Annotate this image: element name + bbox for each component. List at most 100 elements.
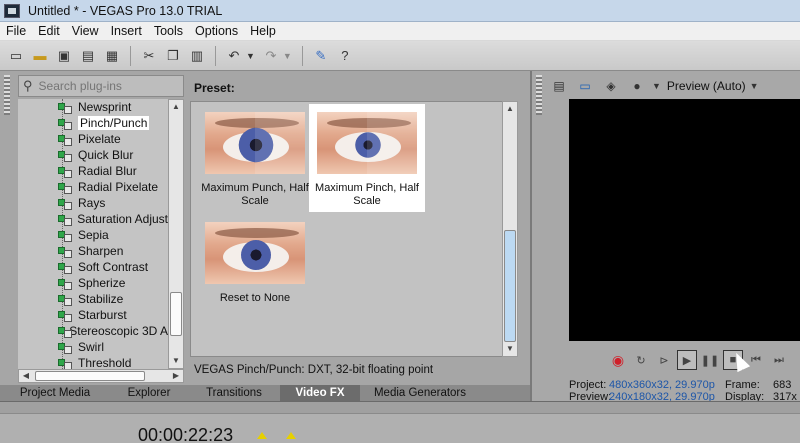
- cut-icon[interactable]: ✂: [139, 46, 159, 66]
- menu-view[interactable]: View: [66, 24, 105, 38]
- record-icon[interactable]: ◉: [608, 350, 628, 370]
- search-box[interactable]: ⚲: [18, 75, 184, 97]
- undo-dropdown-icon[interactable]: ▼: [246, 51, 255, 61]
- scroll-down-icon[interactable]: ▼: [503, 342, 517, 356]
- tree-horizontal-scrollbar[interactable]: ◀ ▶: [18, 369, 184, 383]
- play-from-start-icon[interactable]: ⊳: [654, 350, 674, 370]
- preset-caption: Maximum Punch, Half Scale: [201, 182, 309, 207]
- plugin-item[interactable]: Rays: [18, 195, 168, 211]
- menu-edit[interactable]: Edit: [32, 24, 66, 38]
- plugin-item[interactable]: Spherize: [18, 275, 168, 291]
- video-fx-icon: [58, 293, 72, 306]
- plugin-tree: Newsprint Pinch/Punch Pixelate Quick Blur Ra…: [18, 99, 168, 369]
- preview-info: Project: 480x360x32, 29.970p Frame: 683 …: [569, 379, 800, 403]
- preset-thumbnail: [205, 222, 305, 284]
- plugin-item[interactable]: Stabilize: [18, 291, 168, 307]
- panel-grip[interactable]: [4, 75, 10, 115]
- plugin-item-label: Pixelate: [78, 132, 121, 146]
- go-to-start-icon[interactable]: ⏮: [746, 350, 766, 370]
- plugin-item[interactable]: Radial Blur: [18, 163, 168, 179]
- undo-icon[interactable]: ↶: [224, 46, 244, 66]
- tab-video-fx[interactable]: Video FX: [280, 385, 360, 401]
- plugin-item[interactable]: Newsprint: [18, 99, 168, 115]
- frame-label: Frame:: [725, 379, 760, 391]
- play-icon[interactable]: ▶: [677, 350, 697, 370]
- video-fx-icon: [58, 165, 72, 178]
- preset-maximum-punch[interactable]: Maximum Punch, Half Scale: [197, 104, 313, 212]
- pause-icon[interactable]: ❚❚: [700, 350, 720, 370]
- redo-icon[interactable]: ↷: [261, 46, 281, 66]
- plugin-item[interactable]: Radial Pixelate: [18, 179, 168, 195]
- scroll-down-icon[interactable]: ▼: [169, 354, 183, 368]
- overlays-dropdown-icon[interactable]: ▼: [652, 81, 661, 91]
- project-label: Project:: [569, 379, 607, 391]
- info-row-project: Project: 480x360x32, 29.970p Frame: 683: [569, 379, 800, 391]
- paint-icon[interactable]: ✎: [311, 46, 331, 66]
- redo-dropdown-icon[interactable]: ▼: [283, 51, 292, 61]
- go-to-end-icon[interactable]: ⏭: [769, 350, 789, 370]
- open-icon[interactable]: ▬: [30, 46, 50, 66]
- preset-vertical-scrollbar[interactable]: ▲ ▼: [502, 101, 518, 357]
- external-monitor-icon[interactable]: ▭: [574, 76, 596, 96]
- whats-this-icon[interactable]: ?: [335, 46, 355, 66]
- tab-media-generators[interactable]: Media Generators: [360, 385, 480, 401]
- loop-start-marker[interactable]: [257, 432, 267, 439]
- preset-maximum-pinch[interactable]: Maximum Pinch, Half Scale: [309, 104, 425, 212]
- tab-explorer[interactable]: Explorer: [110, 385, 188, 401]
- menu-help[interactable]: Help: [244, 24, 282, 38]
- scroll-left-icon[interactable]: ◀: [19, 369, 33, 383]
- tree-vertical-scrollbar[interactable]: ▲ ▼: [168, 99, 184, 369]
- preset-reset-to-none[interactable]: Reset to None: [197, 214, 313, 322]
- search-input[interactable]: [38, 79, 169, 93]
- paste-icon[interactable]: ▥: [187, 46, 207, 66]
- properties-icon[interactable]: ▦: [102, 46, 122, 66]
- menu-options[interactable]: Options: [189, 24, 244, 38]
- scroll-right-icon[interactable]: ▶: [169, 369, 183, 383]
- app-icon[interactable]: [4, 3, 20, 18]
- preset-label: Preset:: [194, 81, 235, 95]
- tab-project-media[interactable]: Project Media: [0, 385, 110, 401]
- plugin-item[interactable]: Stereoscopic 3D A: [18, 323, 168, 339]
- scroll-thumb[interactable]: [35, 371, 145, 381]
- new-icon[interactable]: ▭: [6, 46, 26, 66]
- preset-area: Preset: Maximum Punch, Half Scale Maximu…: [190, 71, 526, 361]
- video-fx-icon: [58, 117, 72, 130]
- timeline[interactable]: 00:00:22:23: [0, 401, 800, 443]
- save-icon[interactable]: ▣: [54, 46, 74, 66]
- split-screen-icon[interactable]: ◈: [600, 76, 622, 96]
- plugin-item[interactable]: Threshold: [18, 355, 168, 369]
- preview-properties-icon[interactable]: ▤: [548, 76, 570, 96]
- menu-tools[interactable]: Tools: [148, 24, 189, 38]
- save-as-icon[interactable]: ▤: [78, 46, 98, 66]
- timeline-ruler[interactable]: [0, 402, 800, 414]
- loop-end-marker[interactable]: [286, 432, 296, 439]
- plugin-item-label: Quick Blur: [78, 148, 134, 162]
- plugin-item[interactable]: Swirl: [18, 339, 168, 355]
- preview-quality-select[interactable]: Preview (Auto): [667, 79, 746, 93]
- plugin-item[interactable]: Pixelate: [18, 131, 168, 147]
- plugin-item[interactable]: Pinch/Punch: [18, 115, 168, 131]
- overlays-icon[interactable]: ●: [626, 76, 648, 96]
- plugin-item[interactable]: Sepia: [18, 227, 168, 243]
- preset-thumbnail: [205, 112, 305, 174]
- scroll-thumb[interactable]: [170, 292, 182, 336]
- plugin-item[interactable]: Soft Contrast: [18, 259, 168, 275]
- preview-quality-dropdown-icon[interactable]: ▼: [750, 81, 759, 91]
- plugin-item[interactable]: Saturation Adjust: [18, 211, 168, 227]
- loop-icon[interactable]: ↻: [631, 350, 651, 370]
- plugin-item[interactable]: Quick Blur: [18, 147, 168, 163]
- tab-transitions[interactable]: Transitions: [188, 385, 280, 401]
- scroll-up-icon[interactable]: ▲: [169, 100, 183, 114]
- toolbar-separator: [130, 45, 131, 66]
- panel-grip[interactable]: [536, 75, 542, 115]
- video-fx-icon: [58, 197, 72, 210]
- video-fx-icon: [58, 229, 72, 242]
- menu-file[interactable]: File: [0, 24, 32, 38]
- copy-icon[interactable]: ❐: [163, 46, 183, 66]
- plugin-item[interactable]: Starburst: [18, 307, 168, 323]
- scroll-thumb[interactable]: [504, 230, 516, 342]
- scroll-up-icon[interactable]: ▲: [503, 102, 517, 116]
- plugin-item-label: Newsprint: [78, 100, 132, 114]
- plugin-item[interactable]: Sharpen: [18, 243, 168, 259]
- menu-insert[interactable]: Insert: [105, 24, 148, 38]
